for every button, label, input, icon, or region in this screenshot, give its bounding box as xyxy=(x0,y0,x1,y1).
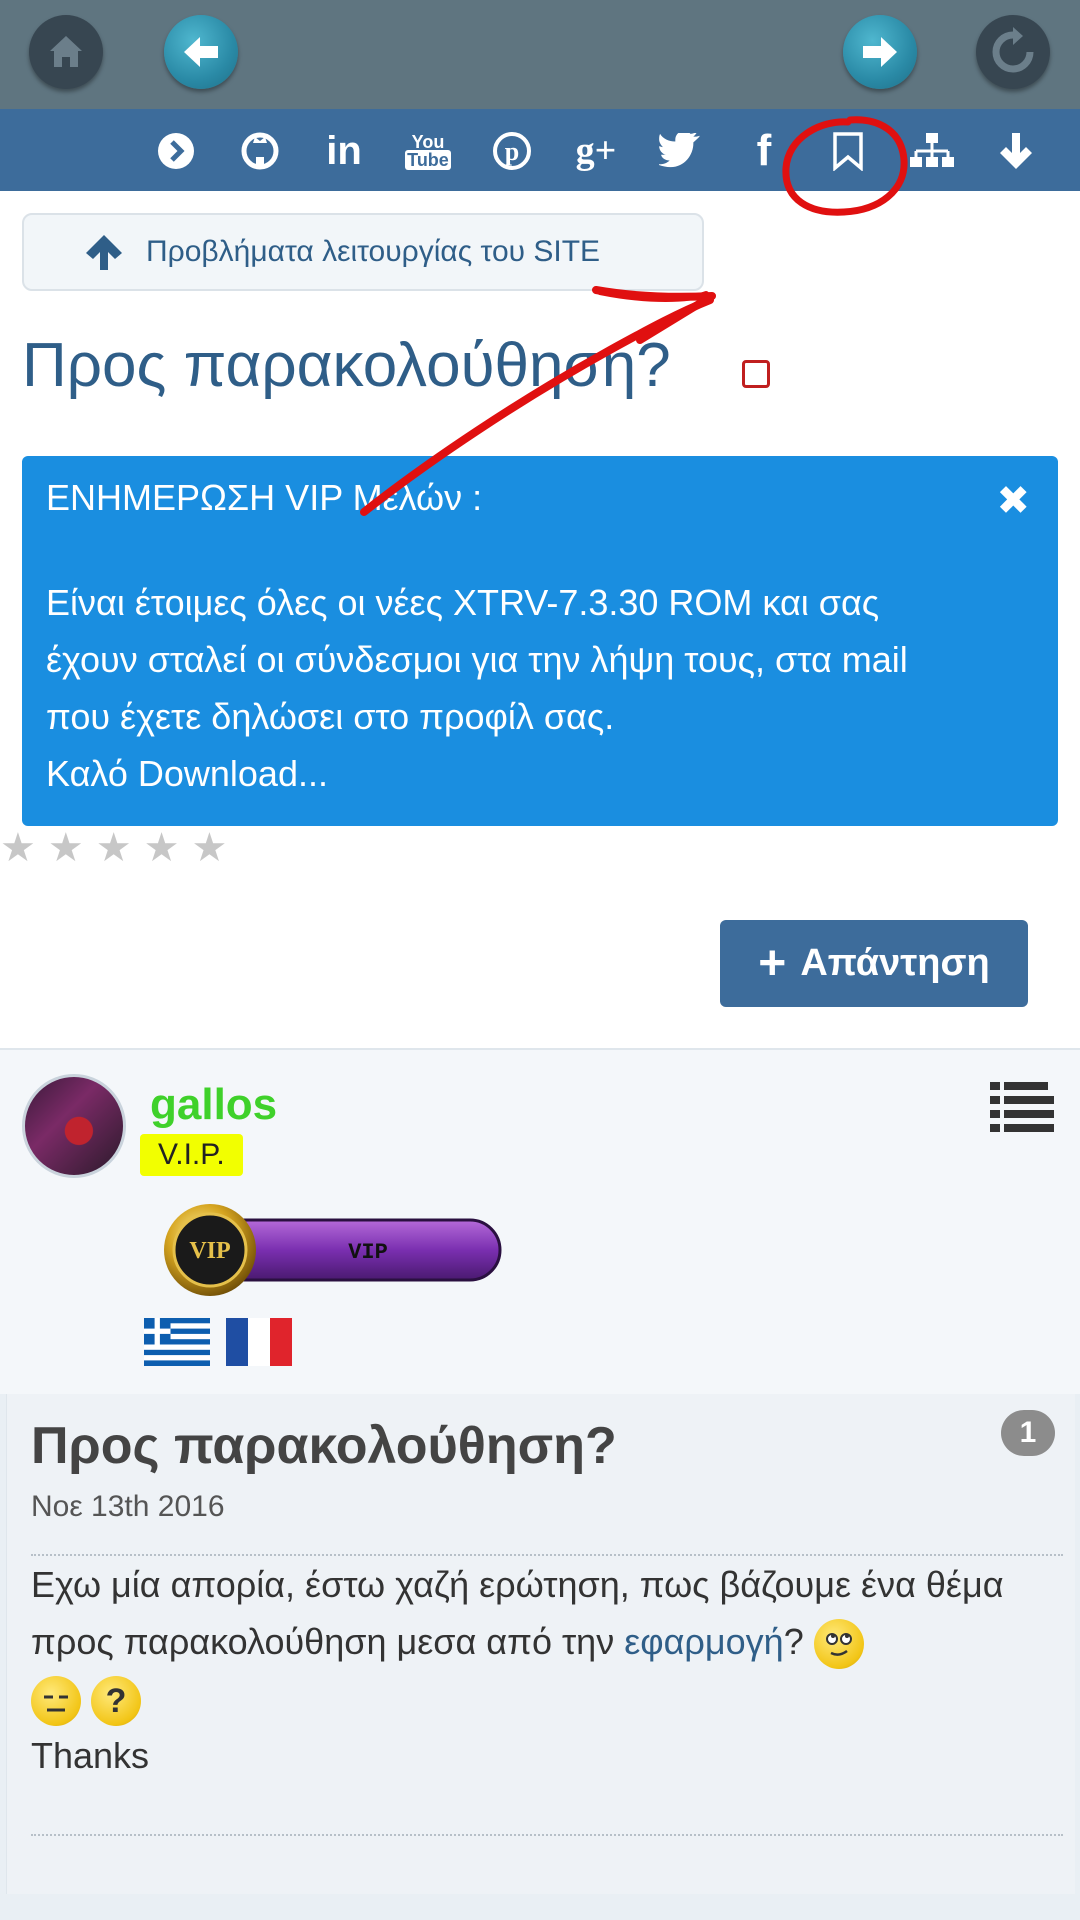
home-button[interactable] xyxy=(29,15,103,89)
topic-rating[interactable]: ★ ★ ★ ★ ★ xyxy=(0,828,227,868)
sitemap-icon xyxy=(910,133,954,167)
facebook-icon: f xyxy=(756,126,772,175)
arrow-left-icon xyxy=(184,37,218,67)
watch-topic-checkbox[interactable] xyxy=(742,360,770,388)
notice-line: Καλό Download... xyxy=(46,753,328,794)
pinterest-link[interactable]: p xyxy=(488,127,536,175)
svg-text:VIP: VIP xyxy=(189,1238,230,1264)
rolleyes-smiley-icon xyxy=(813,1619,864,1670)
twitter-icon xyxy=(659,133,701,168)
post-title: Προς παρακολούθηση? xyxy=(31,1417,617,1475)
breadcrumb-parent-forum[interactable]: Προβλήματα λειτουργίας του SITE xyxy=(22,213,704,291)
close-icon[interactable]: ✖ xyxy=(996,478,1030,524)
google-plus-icon: g+ xyxy=(575,130,617,172)
social-icon-bar: in You Tube p g+ f xyxy=(0,109,1080,191)
post-body: Εχω μία απορία, έστω χαζή ερώτηση, πως β… xyxy=(31,1556,1051,1784)
youtube-icon: You Tube xyxy=(405,132,451,170)
username[interactable]: gallos xyxy=(150,1080,277,1130)
next-button[interactable] xyxy=(152,127,200,175)
post-menu-icon[interactable] xyxy=(990,1080,1054,1134)
post: Προς παρακολούθηση? 1 Νοε 13th 2016 Εχω … xyxy=(0,1394,1080,1920)
vip-notice-banner: ΕΝΗΜΕΡΩΣΗ VIP Μελών : ✖ Είναι έτοιμες όλ… xyxy=(22,456,1058,826)
star-icon[interactable]: ★ xyxy=(144,828,180,868)
star-icon[interactable]: ★ xyxy=(96,828,132,868)
notice-line: Είναι έτοιμες όλες οι νέες XTRV-7.3.30 R… xyxy=(46,582,880,623)
youtube-link[interactable]: You Tube xyxy=(404,127,452,175)
vip-badge-image: VIP VIP xyxy=(164,1204,502,1296)
sitemap-button[interactable] xyxy=(908,127,956,175)
user-role-badge: V.I.P. xyxy=(140,1134,243,1176)
forward-button[interactable] xyxy=(843,15,917,89)
pinterest-icon: p xyxy=(493,132,531,170)
notice-line: έχουν σταλεί οι σύνδεσμοι για την λήψη τ… xyxy=(46,639,908,680)
github-link[interactable] xyxy=(236,127,284,175)
svg-text:p: p xyxy=(505,137,519,166)
refresh-button[interactable] xyxy=(976,15,1050,89)
top-nav-bar xyxy=(0,0,1080,109)
post-divider xyxy=(31,1834,1063,1836)
arrow-up-icon xyxy=(86,235,122,270)
notice-line: που έχετε δηλώσει στο προφίλ σας. xyxy=(46,696,615,737)
home-icon xyxy=(50,36,82,67)
notice-body: Είναι έτοιμες όλες οι νέες XTRV-7.3.30 R… xyxy=(46,574,1034,802)
breadcrumb-label: Προβλήματα λειτουργίας του SITE xyxy=(146,235,601,268)
twitter-link[interactable] xyxy=(656,127,704,175)
bookmark-icon xyxy=(833,132,863,171)
reply-button-label: Απάντηση xyxy=(800,942,990,984)
post-content-panel: Προς παρακολούθηση? 1 Νοε 13th 2016 Εχω … xyxy=(6,1394,1075,1894)
post-link[interactable]: εφαρμογή xyxy=(624,1621,783,1662)
expressionless-smiley-icon xyxy=(31,1676,81,1727)
linkedin-icon: in xyxy=(326,128,362,173)
google-plus-link[interactable]: g+ xyxy=(572,127,620,175)
bookmark-button[interactable] xyxy=(824,127,872,175)
plus-icon: + xyxy=(758,937,787,990)
star-icon[interactable]: ★ xyxy=(0,828,36,868)
arrow-down-icon xyxy=(1000,133,1032,169)
question-smiley-icon: ? xyxy=(91,1676,142,1727)
github-icon xyxy=(241,132,279,170)
france-flag-icon xyxy=(226,1318,292,1366)
refresh-icon xyxy=(992,27,1034,73)
back-button[interactable] xyxy=(164,15,238,89)
notice-heading: ΕΝΗΜΕΡΩΣΗ VIP Μελών : xyxy=(46,477,483,518)
avatar[interactable] xyxy=(22,1074,126,1178)
post-thanks: Thanks xyxy=(31,1735,150,1776)
star-icon[interactable]: ★ xyxy=(48,828,84,868)
red-arrowhead-stroke xyxy=(597,289,709,302)
chevron-right-circle-icon xyxy=(158,133,194,169)
post-number-badge[interactable]: 1 xyxy=(1001,1410,1055,1456)
facebook-link[interactable]: f xyxy=(740,126,788,175)
post-author-panel: gallos V.I.P. VIP VIP xyxy=(0,1048,1080,1396)
arrow-right-icon xyxy=(863,37,897,67)
post-text-end: ? xyxy=(783,1621,804,1662)
reply-button[interactable]: + Απάντηση xyxy=(720,920,1028,1007)
page-title: Προς παρακολούθηση? xyxy=(22,331,671,400)
greece-flag-icon xyxy=(144,1318,210,1366)
post-date: Νοε 13th 2016 xyxy=(31,1490,225,1523)
svg-text:VIP: VIP xyxy=(348,1240,388,1265)
scroll-down-button[interactable] xyxy=(992,127,1040,175)
linkedin-link[interactable]: in xyxy=(320,127,368,175)
star-icon[interactable]: ★ xyxy=(191,828,227,868)
